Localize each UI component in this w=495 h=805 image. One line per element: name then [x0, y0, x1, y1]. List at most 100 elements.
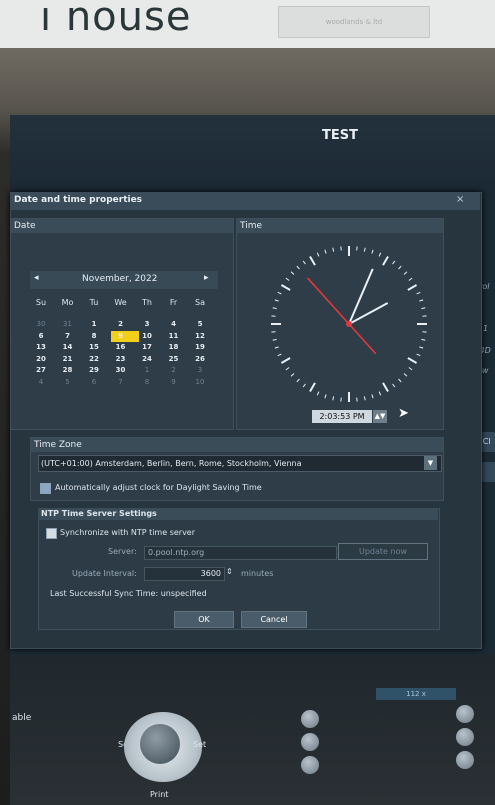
clock-minute-tick: [421, 307, 426, 310]
calendar-day[interactable]: 10: [189, 378, 211, 386]
calendar-day[interactable]: 28: [57, 366, 79, 374]
clock-minute-tick: [419, 346, 424, 349]
dst-checkbox[interactable]: [40, 483, 51, 494]
calendar-day[interactable]: 2: [110, 320, 132, 328]
calendar-day[interactable]: 30: [110, 366, 132, 374]
control-panel: [10, 655, 495, 805]
calendar-day[interactable]: 9: [163, 378, 185, 386]
timezone-select[interactable]: (UTC+01:00) Amsterdam, Berlin, Bern, Rom…: [38, 455, 442, 472]
calendar-day[interactable]: 31: [57, 320, 79, 328]
panel-knob-1[interactable]: [301, 710, 319, 728]
clock-hour-tick: [280, 284, 291, 291]
minute-hand: [348, 268, 374, 325]
calendar-day[interactable]: 4: [30, 378, 52, 386]
calendar-day[interactable]: 2: [163, 366, 185, 374]
wall-sign-text: ı nouse: [40, 0, 192, 40]
time-spinner[interactable]: ▲▼: [373, 410, 387, 423]
ntp-header: NTP Time Server Settings: [41, 509, 157, 518]
weekday-label: Tu: [89, 298, 99, 307]
calendar-day[interactable]: 15: [83, 343, 105, 351]
clock-minute-tick: [403, 373, 408, 377]
clock-minute-tick: [371, 394, 374, 399]
clock-minute-tick: [324, 394, 327, 399]
ntp-sync-checkbox[interactable]: [46, 528, 57, 539]
dialog-title: Date and time properties: [14, 195, 143, 205]
clock-minute-tick: [302, 383, 306, 388]
weekday-label: We: [114, 298, 127, 307]
calendar-day[interactable]: 7: [110, 378, 132, 386]
update-now-button[interactable]: Update now: [338, 543, 428, 560]
calendar-day[interactable]: 16: [110, 343, 132, 351]
weekday-label: Mo: [61, 298, 74, 307]
panel-knob-3[interactable]: [301, 756, 319, 774]
calendar-day[interactable]: 1: [83, 320, 105, 328]
calendar-day[interactable]: 11: [163, 332, 185, 340]
chevron-down-icon[interactable]: ▼: [424, 456, 437, 470]
calendar-day[interactable]: 20: [30, 355, 52, 363]
server-field[interactable]: 0.pool.ntp.org: [144, 546, 337, 560]
close-icon[interactable]: ×: [456, 194, 464, 205]
calendar-day[interactable]: 3: [189, 366, 211, 374]
weekday-label: Su: [35, 298, 47, 307]
panel-knob-4[interactable]: [456, 705, 474, 723]
calendar-day[interactable]: 7: [57, 332, 79, 340]
panel-knob-2[interactable]: [301, 733, 319, 751]
calendar-day[interactable]: 13: [30, 343, 52, 351]
calendar-day[interactable]: 30: [30, 320, 52, 328]
trackball[interactable]: [140, 724, 180, 764]
prev-month-icon[interactable]: ◂: [34, 273, 39, 283]
hour-hand: [348, 302, 389, 325]
calendar-day[interactable]: 6: [83, 378, 105, 386]
clock-hour-tick: [280, 357, 291, 364]
clock-minute-tick: [363, 247, 366, 252]
calendar-day[interactable]: 18: [163, 343, 185, 351]
calendar-day[interactable]: 8: [83, 332, 105, 340]
interval-field[interactable]: 3600: [144, 567, 225, 581]
calendar-day[interactable]: 17: [136, 343, 158, 351]
calendar-day[interactable]: 25: [163, 355, 185, 363]
calendar-day[interactable]: 23: [110, 355, 132, 363]
clock-hour-tick: [382, 255, 389, 266]
calendar-day[interactable]: 19: [189, 343, 211, 351]
clock-minute-tick: [290, 373, 295, 377]
panel-left-label: able: [12, 713, 32, 723]
calendar-day-selected[interactable]: 9: [110, 332, 132, 340]
calendar-day[interactable]: 1: [136, 366, 158, 374]
weekday-label: Fr: [169, 298, 178, 307]
calendar-day[interactable]: 24: [136, 355, 158, 363]
calendar-day[interactable]: 4: [163, 320, 185, 328]
timezone-header: Time Zone: [31, 438, 443, 452]
calendar-month: November, 2022: [82, 274, 158, 284]
calendar-day[interactable]: 5: [189, 320, 211, 328]
clock-minute-tick: [378, 391, 382, 396]
screen-header: [10, 115, 495, 180]
last-sync-text: Last Successful Sync Time: unspecified: [50, 589, 207, 598]
cancel-button[interactable]: Cancel: [241, 611, 307, 628]
calendar-day[interactable]: 14: [57, 343, 79, 351]
calendar-day[interactable]: 27: [30, 366, 52, 374]
indicator-bar: 112 x: [376, 688, 456, 700]
clock-minute-tick: [316, 252, 320, 257]
panel-knob-5[interactable]: [456, 728, 474, 746]
interval-label: Update Interval:: [72, 569, 137, 578]
calendar-day[interactable]: 22: [83, 355, 105, 363]
time-input[interactable]: 2:03:53 PM: [312, 410, 372, 423]
panel-knob-6[interactable]: [456, 751, 474, 769]
clock-minute-tick: [371, 249, 374, 254]
weekday-label: Sa: [195, 298, 205, 307]
calendar-day[interactable]: 6: [30, 332, 52, 340]
calendar-day[interactable]: 8: [136, 378, 158, 386]
calendar-day[interactable]: 21: [57, 355, 79, 363]
clock-minute-tick: [421, 338, 426, 341]
ok-button[interactable]: OK: [174, 611, 234, 628]
clock-minute-tick: [277, 291, 282, 295]
clock-hour-tick: [309, 255, 316, 266]
next-month-icon[interactable]: ▸: [204, 273, 209, 283]
calendar-day[interactable]: 3: [136, 320, 158, 328]
calendar-day[interactable]: 5: [57, 378, 79, 386]
calendar-day[interactable]: 26: [189, 355, 211, 363]
calendar-day[interactable]: 29: [83, 366, 105, 374]
calendar-day[interactable]: 12: [189, 332, 211, 340]
calendar-day[interactable]: 10: [136, 332, 158, 340]
interval-spinner-icon[interactable]: ⇕: [226, 567, 233, 576]
